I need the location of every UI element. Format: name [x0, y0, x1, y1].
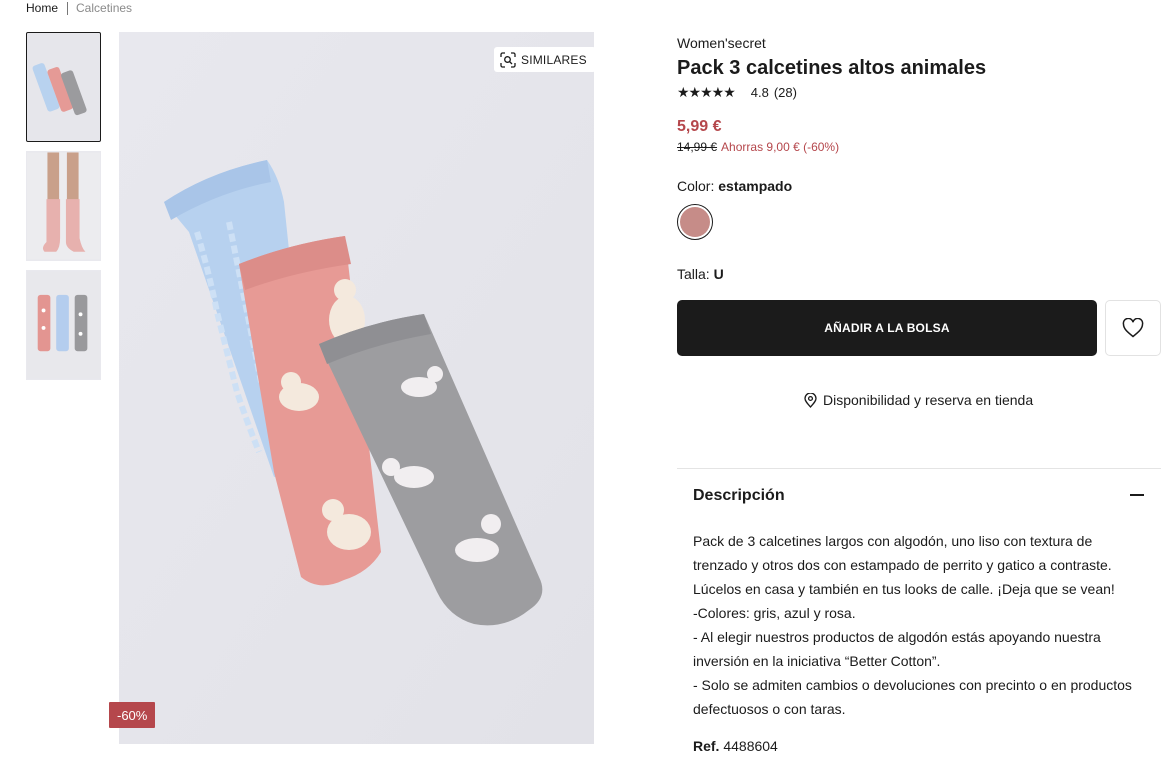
breadcrumb-current[interactable]: Calcetines [76, 1, 132, 15]
store-availability-link[interactable]: Disponibilidad y reserva en tienda [804, 392, 1033, 408]
color-swatch-estampado[interactable] [677, 204, 713, 240]
discount-badge: -60% [109, 702, 156, 728]
savings-text: Ahorras 9,00 € (-60%) [721, 140, 840, 154]
similar-label: SIMILARES [521, 52, 587, 67]
description-body: Pack de 3 calcetines largos con algodón,… [693, 529, 1153, 721]
description-line: - Solo se admiten cambios o devoluciones… [693, 677, 1132, 693]
ref-label: Ref. [693, 738, 720, 754]
similar-button[interactable]: SIMILARES [494, 47, 596, 72]
heart-icon [1122, 318, 1144, 338]
star-rating-icons: ★★★★★ [677, 84, 736, 100]
thumbnail-2[interactable] [26, 151, 101, 261]
swatch-fill [680, 207, 710, 237]
thumbnail-list [26, 32, 101, 389]
color-label: Color: estampado [677, 178, 792, 194]
add-to-bag-button[interactable]: AÑADIR A LA BOLSA [677, 300, 1097, 356]
size-label: Talla: U [677, 266, 724, 282]
price-details: 14,99 € Ahorras 9,00 € (-60%) [677, 140, 839, 154]
product-reference: Ref. 4488604 [693, 738, 778, 754]
thumbnail-1[interactable] [26, 32, 101, 142]
color-label-text: Color: [677, 178, 715, 194]
socks-flat-thumb-image [27, 33, 100, 141]
location-pin-icon [804, 392, 817, 408]
old-price: 14,99 € [677, 140, 718, 154]
description-line: -Colores: gris, azul y rosa. [693, 605, 856, 621]
description-line: Lúcelos en casa y también en tus looks d… [693, 581, 1115, 597]
rating-value: 4.8 [750, 85, 769, 100]
socks-photo [119, 32, 594, 744]
wishlist-button[interactable] [1105, 300, 1161, 356]
breadcrumb-separator [67, 1, 69, 15]
socks-worn-thumb-image [27, 152, 100, 260]
collapse-minus-icon[interactable] [1130, 494, 1144, 496]
description-line: Pack de 3 calcetines largos con algodón,… [693, 533, 1093, 549]
description-line: defectuosos o con taras. [693, 701, 846, 717]
thumbnail-3[interactable] [26, 270, 101, 380]
store-availability-text: Disponibilidad y reserva en tienda [823, 392, 1034, 408]
current-price: 5,99 € [677, 118, 722, 135]
section-divider [677, 468, 1161, 469]
description-line: trenzado y otros dos con estampado de pe… [693, 557, 1112, 573]
breadcrumb: Home Calcetines [26, 0, 132, 16]
socks-row-thumb-image [27, 271, 100, 379]
main-product-image[interactable] [119, 32, 594, 744]
ref-value: 4488604 [723, 738, 778, 754]
size-label-text: Talla: [677, 266, 710, 282]
product-rating[interactable]: ★★★★★ 4.8 (28) [677, 84, 797, 101]
description-heading[interactable]: Descripción [693, 487, 785, 505]
size-value: U [713, 266, 724, 282]
brand-name[interactable]: Women'secret [677, 35, 766, 51]
description-line: inversión en la iniciativa “Better Cotto… [693, 653, 941, 669]
color-value: estampado [718, 178, 793, 194]
visual-search-icon [500, 51, 516, 68]
breadcrumb-home-link[interactable]: Home [26, 1, 58, 15]
description-line: - Al elegir nuestros productos de algodó… [693, 629, 1101, 645]
review-count: (28) [773, 85, 797, 100]
product-title: Pack 3 calcetines altos animales [677, 57, 987, 79]
